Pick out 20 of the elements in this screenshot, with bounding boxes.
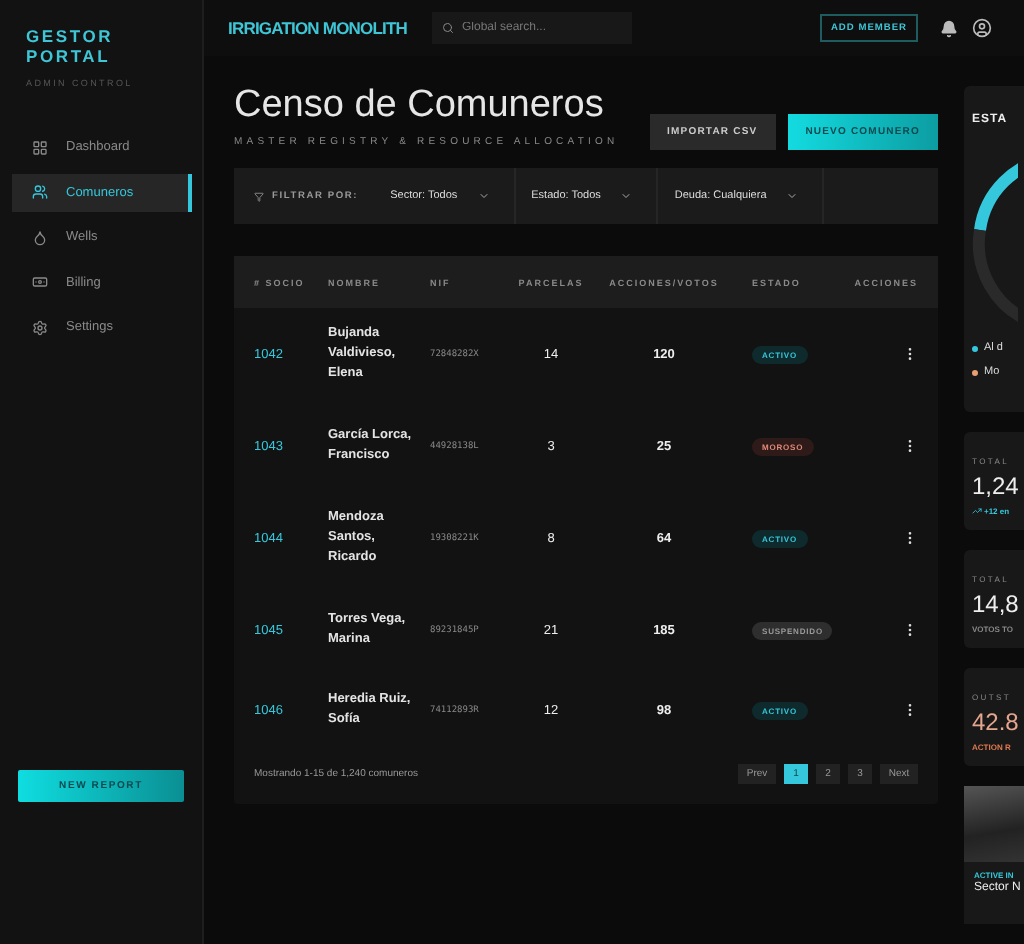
photo-placeholder (964, 786, 1024, 862)
chevron-icon (620, 190, 633, 202)
stat-value: 42.8 (972, 708, 1021, 736)
brand-title: GESTOR PORTAL (24, 26, 116, 66)
app-title: IRRIGATION MONOLITH (228, 18, 410, 38)
chevron-icon (786, 190, 799, 202)
bell-icon[interactable] (940, 19, 958, 37)
chevron-icon (477, 190, 490, 202)
stat-value: 14,8 (972, 590, 1021, 618)
droplet-icon (32, 229, 48, 246)
filter-icon (254, 191, 264, 201)
settings-icon (32, 319, 48, 336)
stat-value: 1,24 (972, 472, 1021, 500)
grid-icon (32, 139, 48, 156)
user-icon[interactable] (972, 18, 992, 38)
users-icon (32, 184, 48, 201)
banknote-icon (32, 274, 48, 291)
page-title: Censo de Comuneros (234, 82, 606, 130)
trend-icon (972, 506, 982, 516)
search-icon (442, 22, 454, 34)
